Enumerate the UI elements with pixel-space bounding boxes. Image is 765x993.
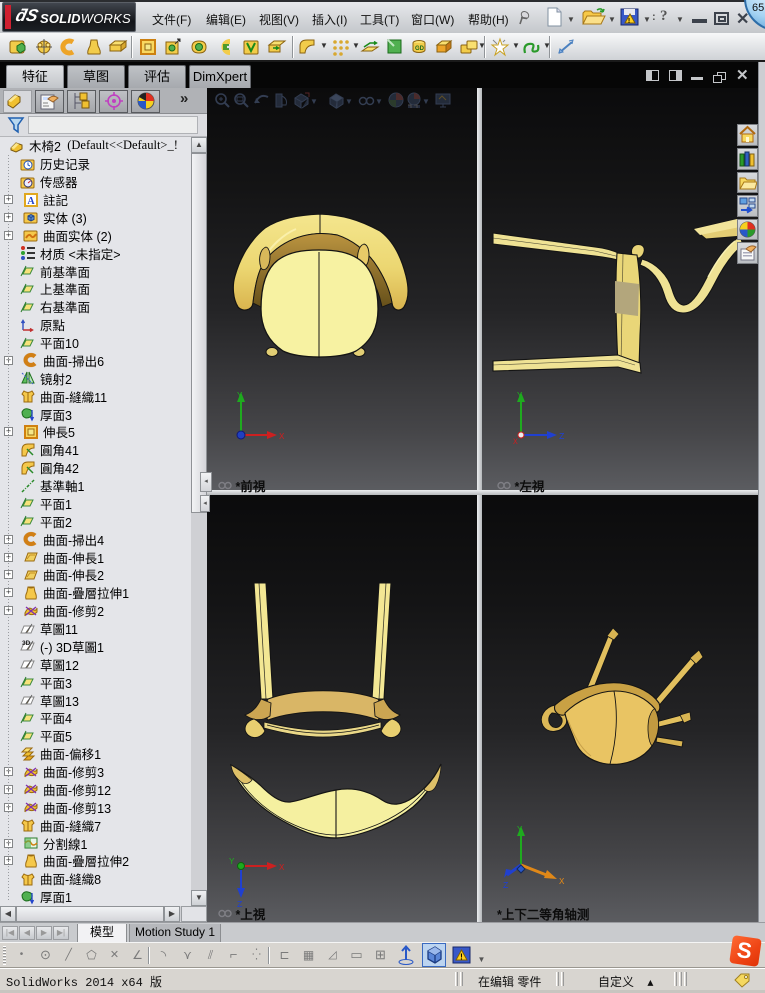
svg-text:!: ! [460,953,463,962]
svg-text:Y: Y [517,391,523,401]
svg-text:X: X [279,863,285,873]
svg-text:Y: Y [517,825,523,835]
svg-text:X: X [559,877,565,887]
svg-text:A: A [27,196,35,207]
svg-text:GD: GD [415,46,425,52]
svg-text:Y: Y [229,857,235,867]
svg-text:X: X [513,438,518,447]
svg-text:Y: Y [237,391,243,401]
svg-text:!: ! [628,18,630,25]
svg-text:Z: Z [503,881,509,891]
svg-text:Z: Z [559,432,565,442]
svg-text:X: X [279,432,285,442]
